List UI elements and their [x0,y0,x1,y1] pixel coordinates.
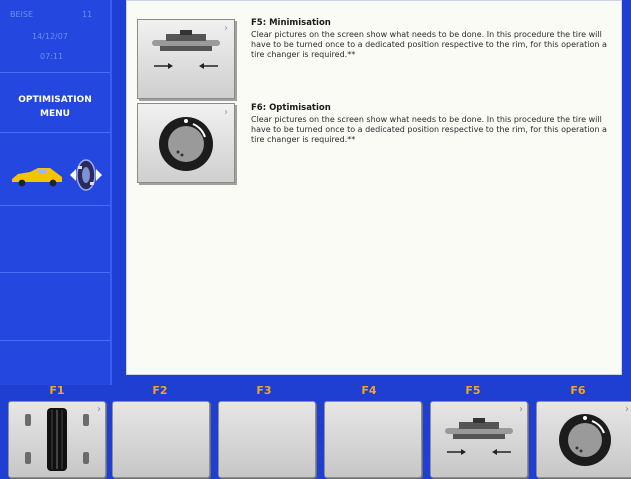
menu-title: OPTIMISATION MENU [0,93,110,121]
divider [0,205,110,206]
function-key-label: F4 [361,384,377,397]
wheel-minimisation-icon [152,30,220,69]
chevron-right-icon: › [224,107,228,118]
divider [0,132,110,133]
tires-top-view-icon [25,408,89,471]
item-title: F5: Minimisation [251,18,331,28]
wheel-balance-icon [70,159,102,191]
chevron-right-icon: › [224,23,228,34]
divider [0,272,110,273]
function-key-label: F2 [152,384,168,397]
item-description: Clear pictures on the screen show what n… [251,30,607,59]
divider [0,72,110,73]
divider [0,340,110,341]
wheel-optimisation-icon [159,117,213,171]
wheel-optimisation-icon [559,414,611,466]
item-description: Clear pictures on the screen show what n… [251,115,607,144]
function-key-label: F3 [256,384,272,397]
chevron-right-icon: › [625,404,629,415]
status-header: BEISE 11 14/12/07 07:11 [0,0,110,70]
header-id: BEISE [10,10,34,19]
header-date: 14/12/07 [32,32,68,41]
f6-button[interactable]: › [536,401,631,478]
wheel-minimisation-icon [445,418,513,455]
menu-title-line2: MENU [40,109,70,119]
menu-title-line1: OPTIMISATION [18,95,92,105]
sidebar: BEISE 11 14/12/07 07:11 OPTIMISATION MEN… [0,0,112,385]
f1-button[interactable]: › [8,401,106,478]
optimisation-tile[interactable]: › [137,103,235,183]
function-key-label: F6 [570,384,586,397]
minimisation-tile[interactable]: › [137,19,235,99]
mode-icons [8,155,104,195]
header-time: 07:11 [40,52,64,61]
f4-button[interactable] [324,401,422,478]
chevron-right-icon: › [97,404,101,415]
chevron-right-icon: › [519,404,523,415]
car-icon [12,168,62,187]
item-title: F6: Optimisation [251,103,331,113]
header-number: 11 [82,10,93,19]
function-key-label: F1 [49,384,65,397]
f5-button[interactable]: › [430,401,528,478]
f3-button[interactable] [218,401,316,478]
info-panel: › F5: Minimisation Clear pictures on the… [126,0,622,375]
f2-button[interactable] [112,401,210,478]
function-key-label: F5 [465,384,481,397]
